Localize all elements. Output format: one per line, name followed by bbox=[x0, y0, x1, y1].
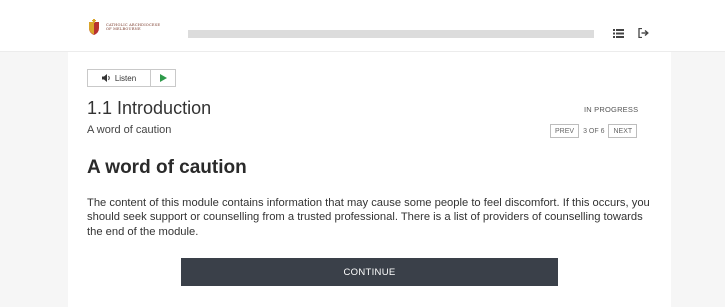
play-button[interactable] bbox=[151, 70, 175, 86]
list-icon[interactable] bbox=[612, 27, 624, 39]
crest-icon bbox=[88, 19, 100, 35]
page-position: 3 OF 6 bbox=[583, 127, 605, 135]
continue-button[interactable]: CONTINUE bbox=[181, 258, 558, 286]
next-button[interactable]: NEXT bbox=[608, 124, 638, 138]
section-title: 1.1 Introduction bbox=[87, 98, 212, 118]
org-logo[interactable]: CATHOLIC ARCHDIOCESE OF MELBOURNE bbox=[88, 19, 160, 35]
pager: PREV 3 OF 6 NEXT bbox=[550, 124, 638, 138]
left-margin bbox=[0, 52, 68, 307]
speaker-icon bbox=[101, 74, 110, 82]
listen-button[interactable]: Listen bbox=[88, 70, 151, 86]
listen-label: Listen bbox=[114, 73, 137, 83]
content-heading: A word of caution bbox=[87, 157, 247, 178]
right-margin bbox=[671, 52, 725, 307]
play-icon bbox=[159, 74, 167, 82]
prev-button[interactable]: PREV bbox=[550, 124, 580, 138]
content-paragraph: The content of this module contains info… bbox=[87, 197, 650, 238]
sign-out-icon[interactable] bbox=[637, 27, 649, 39]
org-name-line2: OF MELBOURNE bbox=[106, 27, 141, 31]
section-subtitle: A word of caution bbox=[87, 124, 172, 136]
org-name: CATHOLIC ARCHDIOCESE OF MELBOURNE bbox=[106, 23, 160, 31]
top-bar: CATHOLIC ARCHDIOCESE OF MELBOURNE bbox=[0, 0, 725, 52]
module-progress-bar bbox=[188, 30, 594, 38]
status-label: IN PROGRESS bbox=[584, 105, 639, 114]
listen-control: Listen bbox=[87, 69, 176, 87]
